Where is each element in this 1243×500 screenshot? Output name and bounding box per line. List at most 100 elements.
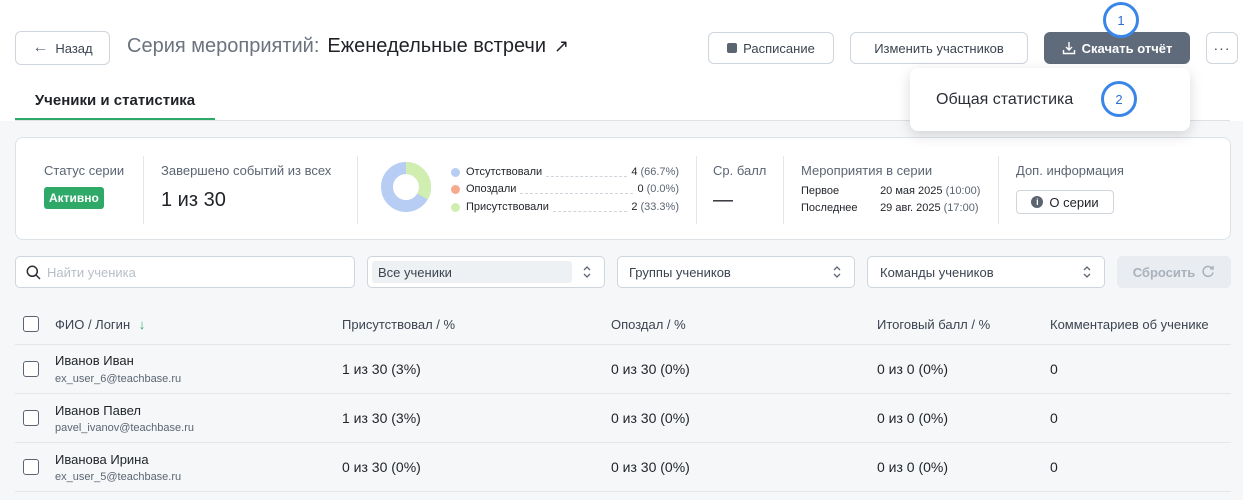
student-login: ex_user_6@teachbase.ru (55, 373, 182, 385)
download-icon (1062, 42, 1075, 55)
search-input[interactable] (47, 264, 337, 280)
more-options-button[interactable]: ··· (1206, 32, 1238, 64)
about-series-label: О серии (1049, 194, 1099, 210)
cell-present: 1 из 30 (3%) (342, 361, 421, 377)
status-badge: Активно (44, 187, 104, 209)
info-icon: i (1031, 196, 1044, 208)
chevron-updown-icon (1083, 266, 1091, 278)
teams-select[interactable]: Команды учеников (867, 256, 1105, 288)
events-label: Мероприятия в серии (801, 163, 933, 178)
row-checkbox[interactable] (23, 361, 39, 377)
cell-score: 0 из 0 (0%) (877, 459, 949, 475)
menu-item-general-statistics[interactable]: Общая статистика (936, 91, 1073, 109)
first-event-row: Первое 20 мая 2025 (10:00) (801, 185, 980, 197)
cell-score: 0 из 0 (0%) (877, 361, 949, 377)
cell-late: 0 из 30 (0%) (611, 361, 690, 377)
cell-comments: 0 (1050, 410, 1058, 426)
last-event-row: Последнее 29 авг. 2025 (17:00) (801, 202, 979, 214)
extra-info-label: Доп. информация (1016, 163, 1124, 178)
calendar-icon (727, 43, 738, 53)
students-select-value: Все ученики (372, 261, 572, 283)
legend-percent: (33.3%) (640, 201, 679, 213)
teams-select-value: Команды учеников (880, 264, 994, 280)
legend-leader (552, 203, 628, 212)
column-header-comments: Комментариев об ученике (1050, 317, 1209, 332)
stat-divider (357, 156, 358, 224)
completed-label: Завершено событий из всех (161, 163, 332, 178)
download-report-button-label: Скачать отчёт (1081, 40, 1173, 56)
tab-label: Ученики и статистика (34, 92, 196, 109)
student-login: pavel_ivanov@teachbase.ru (55, 422, 194, 434)
schedule-button[interactable]: Расписание (708, 32, 834, 64)
cell-score: 0 из 0 (0%) (877, 410, 949, 426)
legend-count: 4 (631, 166, 638, 178)
row-divider (15, 442, 1231, 443)
avg-score-value: — (713, 189, 733, 211)
select-all-checkbox[interactable] (23, 316, 39, 332)
legend-name: Отсутствовали (466, 166, 543, 178)
stat-divider (143, 156, 144, 224)
student-name[interactable]: Иванов Павел (55, 403, 141, 418)
edit-members-button[interactable]: Изменить участников (850, 32, 1028, 64)
completed-value: 1 из 30 (161, 189, 226, 211)
student-name[interactable]: Иванов Иван (55, 353, 134, 368)
stat-divider (998, 156, 999, 224)
row-checkbox[interactable] (23, 410, 39, 426)
external-link-icon[interactable]: ↗ (554, 36, 569, 57)
column-header-name[interactable]: ФИО / Логин ↓ (55, 317, 145, 332)
attendance-donut-chart (381, 162, 431, 212)
legend-row-late: Опоздали 0 (0.0%) (451, 181, 679, 197)
tab-students-statistics[interactable]: Ученики и статистика (15, 89, 215, 120)
download-report-menu: Общая статистика (910, 68, 1190, 131)
last-event-label: Последнее (801, 202, 858, 214)
reset-button[interactable]: Сбросить (1117, 256, 1231, 288)
cell-comments: 0 (1050, 459, 1058, 475)
column-header-present: Присутствовал / % (342, 317, 456, 332)
legend-count: 0 (637, 183, 644, 195)
search-icon (26, 265, 41, 280)
student-login: ex_user_5@teachbase.ru (55, 471, 182, 483)
first-event-label: Первое (801, 185, 840, 197)
students-select[interactable]: Все ученики (367, 256, 605, 288)
column-header-late: Опоздал / % (611, 317, 686, 332)
last-event-time: (17:00) (943, 202, 979, 214)
legend-leader (546, 168, 628, 177)
step-marker-1: 1 (1103, 2, 1139, 38)
legend-name: Опоздали (466, 183, 517, 195)
groups-select[interactable]: Группы учеников (617, 256, 855, 288)
cell-late: 0 из 30 (0%) (611, 410, 690, 426)
row-divider (15, 491, 1231, 492)
student-name[interactable]: Иванова Ирина (55, 452, 149, 467)
sort-down-icon: ↓ (138, 317, 146, 332)
row-checkbox[interactable] (23, 459, 39, 475)
student-search[interactable] (15, 256, 355, 288)
column-header-name-label: ФИО / Логин (55, 317, 131, 332)
legend-row-present: Присутствовали 2 (33.3%) (451, 199, 679, 215)
arrow-left-icon: ← (32, 39, 49, 56)
chevron-updown-icon (583, 266, 591, 278)
cell-late: 0 из 30 (0%) (611, 459, 690, 475)
chevron-updown-icon (833, 266, 841, 278)
stat-divider (696, 156, 697, 224)
more-icon: ··· (1213, 40, 1231, 56)
cell-present: 0 из 30 (0%) (342, 459, 421, 475)
legend-percent: (0.0%) (646, 183, 679, 195)
stat-divider (783, 156, 784, 224)
cell-present: 1 из 30 (3%) (342, 410, 421, 426)
about-series-button[interactable]: i О серии (1016, 190, 1114, 214)
legend-leader (520, 185, 634, 194)
edit-members-button-label: Изменить участников (874, 40, 1004, 56)
page-title-name: Еженедельные встречи (327, 35, 547, 57)
back-button[interactable]: ← Назад (15, 31, 110, 65)
legend-dot (451, 184, 460, 194)
legend-count: 2 (631, 201, 638, 213)
legend-dot (451, 167, 460, 177)
row-divider (15, 393, 1231, 394)
legend-row-absent: Отсутствовали 4 (66.7%) (451, 164, 679, 180)
avg-score-label: Ср. балл (713, 163, 767, 178)
groups-select-value: Группы учеников (629, 264, 731, 280)
first-event-date: 20 мая 2025 (880, 185, 943, 197)
series-stats-panel: Статус серии Активно Завершено событий и… (15, 137, 1231, 240)
column-header-score: Итоговый балл / % (877, 317, 991, 332)
page-title: Серия мероприятий: Еженедельные встречи … (127, 35, 569, 58)
